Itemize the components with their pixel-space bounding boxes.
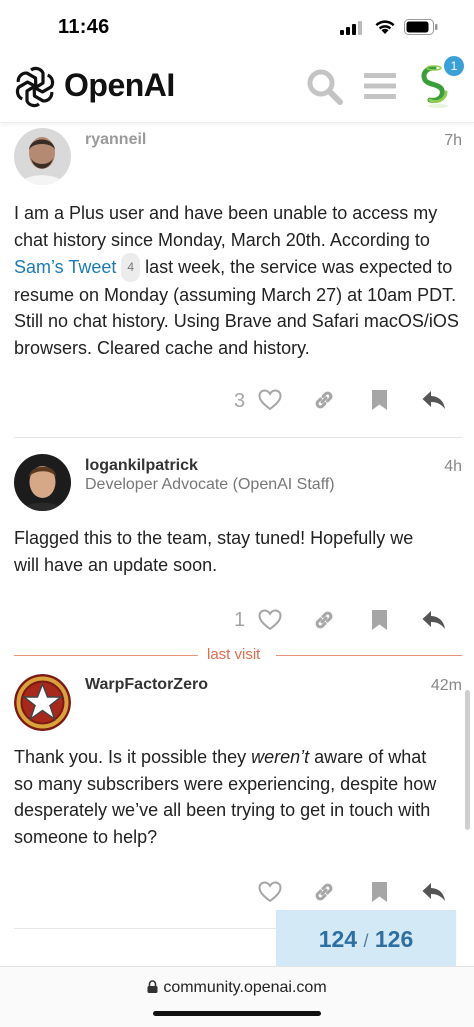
post-divider [14, 928, 276, 929]
avatar-warpfactorzero[interactable] [14, 674, 71, 731]
bookmark-icon[interactable] [371, 881, 388, 903]
post-body-text: I am a Plus user and have been unable to… [14, 203, 438, 250]
link-icon[interactable] [313, 609, 335, 631]
heart-icon[interactable] [258, 881, 282, 903]
last-visit-line [14, 655, 198, 656]
url-text[interactable]: community.openai.com [163, 979, 326, 996]
status-time: 11:46 [58, 16, 110, 38]
progress-total: 126 [374, 926, 414, 952]
post-body-line: will have an update soon. [14, 554, 218, 575]
link-click-count: 4 [121, 253, 141, 282]
search-icon[interactable] [306, 68, 344, 106]
post-username[interactable]: ryanneil [85, 131, 146, 149]
last-visit-label: last visit [207, 646, 261, 663]
post-body: Thank you. Is it possible they weren’t a… [14, 744, 466, 850]
post-time[interactable]: 7h [400, 132, 462, 150]
post-body-line: someone to help? [14, 826, 158, 847]
avatar-logankilpatrick[interactable] [14, 454, 71, 511]
reply-icon[interactable] [421, 389, 447, 411]
like-count[interactable]: 3 [234, 390, 245, 413]
brand-name[interactable]: OpenAI [64, 67, 175, 104]
post-body-line: Thank you. Is it possible they weren’t a… [14, 744, 466, 771]
link-icon[interactable] [313, 881, 335, 903]
avatar-photo [14, 128, 71, 185]
hamburger-menu-icon[interactable] [364, 72, 396, 100]
reply-icon[interactable] [421, 881, 447, 903]
scrollbar-thumb[interactable] [465, 690, 470, 830]
reply-icon[interactable] [421, 609, 447, 631]
avatar-star-badge [14, 674, 71, 731]
bookmark-icon[interactable] [371, 609, 388, 631]
home-indicator[interactable] [153, 1011, 321, 1016]
openai-logo-icon[interactable] [12, 64, 58, 110]
post-body: Flagged this to the team, stay tuned! Ho… [14, 525, 466, 578]
post-body-line: desperately we’ve all been trying to get… [14, 800, 431, 820]
wifi-icon [375, 20, 395, 34]
address-bar[interactable]: community.openai.com [0, 979, 474, 997]
avatar-photo [14, 454, 71, 511]
progress-current: 124 [318, 926, 358, 952]
topic-progress-label[interactable]: 124 / 126 [276, 926, 456, 953]
like-count[interactable]: 1 [234, 609, 245, 632]
bookmark-icon[interactable] [371, 389, 388, 411]
post-body-text: Thank you. Is it possible they [14, 747, 252, 767]
heart-icon[interactable] [258, 609, 282, 631]
avatar-ryanneil[interactable] [14, 128, 71, 185]
post-body-emphasis: weren’t [251, 747, 310, 767]
notification-badge[interactable]: 1 [444, 56, 464, 76]
progress-separator: / [363, 931, 369, 951]
post-divider [14, 437, 462, 438]
post-body-text: aware of what [309, 747, 427, 767]
link-icon[interactable] [313, 389, 335, 411]
post-body-line: so many subscribers were experiencing, d… [14, 773, 437, 794]
post-user-title: Developer Advocate (OpenAI Staff) [85, 476, 335, 493]
post-body-line: Flagged this to the team, stay tuned! Ho… [14, 528, 414, 548]
battery-icon [404, 19, 438, 35]
post-body: I am a Plus user and have been unable to… [14, 200, 466, 361]
heart-icon[interactable] [258, 389, 282, 411]
post-username[interactable]: WarpFactorZero [85, 676, 208, 694]
post-username[interactable]: logankilpatrick [85, 457, 198, 475]
tweet-link[interactable]: Sam’s Tweet [14, 257, 116, 277]
post-time[interactable]: 4h [400, 458, 462, 476]
last-visit-line [276, 655, 462, 656]
cellular-signal-icon [340, 21, 362, 35]
lock-icon [147, 980, 158, 993]
post-time[interactable]: 42m [400, 677, 462, 695]
